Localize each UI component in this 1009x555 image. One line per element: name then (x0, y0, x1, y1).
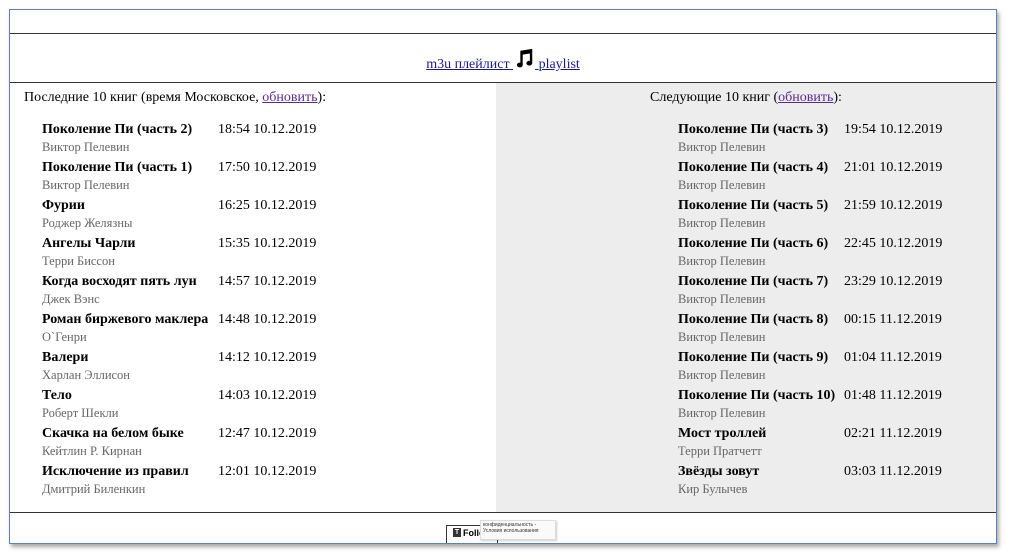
book-author: Виктор Пелевин (678, 216, 766, 230)
recent-refresh-link[interactable]: обновить (262, 90, 317, 105)
book-time: 19:54 10.12.2019 (844, 122, 943, 137)
book-time: 21:01 10.12.2019 (844, 160, 943, 175)
book-title: Скачка на белом быке (42, 426, 184, 441)
book-author: Виктор Пелевин (42, 178, 130, 192)
follow-tooltip: конфиденциальность - Условия использован… (480, 520, 556, 540)
m3u-playlist-link[interactable]: m3u плейлист playlist (426, 48, 580, 72)
upcoming-heading-text: Следующие 10 книг ( (650, 90, 779, 105)
recent-heading-suffix: ): (317, 90, 327, 105)
page-frame: m3u плейлист playlist Последние 10 книг … (9, 9, 997, 544)
book-author: Джек Вэнс (42, 292, 100, 306)
book-author: Кир Булычев (678, 482, 748, 496)
upcoming-refresh-link[interactable]: обновить (778, 90, 833, 105)
book-author: Виктор Пелевин (678, 178, 766, 192)
book-title: Поколение Пи (часть 10) (678, 388, 836, 403)
book-title: Поколение Пи (часть 5) (678, 198, 829, 213)
book-time: 15:35 10.12.2019 (218, 236, 317, 251)
book-title: Поколение Пи (часть 4) (678, 160, 829, 175)
playlist-header: m3u плейлист playlist (10, 34, 996, 83)
book-title: Поколение Пи (часть 2) (42, 122, 193, 137)
book-time: 02:21 11.12.2019 (844, 426, 942, 441)
recent-heading-text: Последние 10 книг (время Московское, (24, 90, 263, 105)
book-author: Кейтлин Р. Кирнан (42, 444, 142, 458)
book-author: Виктор Пелевин (42, 140, 130, 154)
playlist-link-label: playlist (538, 57, 580, 72)
book-title: Тело (42, 388, 72, 403)
book-title: Поколение Пи (часть 3) (678, 122, 829, 137)
book-time: 12:01 10.12.2019 (218, 464, 317, 479)
book-time: 01:48 11.12.2019 (844, 388, 942, 403)
m3u-playlist-link-label: m3u плейлист (426, 57, 510, 72)
book-author: Роджер Желязны (42, 216, 133, 230)
book-panes: Последние 10 книг (время Московское, обн… (10, 83, 996, 513)
book-time: 01:04 11.12.2019 (844, 350, 942, 365)
playlist-links: m3u плейлист playlist (10, 48, 996, 73)
book-time: 18:54 10.12.2019 (218, 122, 317, 137)
book-title: Поколение Пи (часть 8) (678, 312, 829, 327)
music-note-icon (516, 48, 533, 68)
book-title: Поколение Пи (часть 6) (678, 236, 829, 251)
upcoming-heading-suffix: ): (833, 90, 842, 105)
footer: T Follow конфиденциальность - Условия исп… (10, 513, 996, 543)
book-title: Звёзды зовут (678, 464, 760, 479)
recent-books-heading: Последние 10 книг (время Московское, обн… (24, 90, 326, 106)
book-time: 17:50 10.12.2019 (218, 160, 317, 175)
book-time: 22:45 10.12.2019 (844, 236, 943, 251)
book-time: 00:15 11.12.2019 (844, 312, 942, 327)
recent-books-pane: Последние 10 книг (время Московское, обн… (10, 83, 496, 512)
book-title: Поколение Пи (часть 7) (678, 274, 829, 289)
book-author: Терри Биссон (42, 254, 115, 268)
book-author: Виктор Пелевин (678, 140, 766, 154)
book-title: Исключение из правил (42, 464, 189, 479)
book-author: Виктор Пелевин (678, 368, 766, 382)
book-time: 14:48 10.12.2019 (218, 312, 317, 327)
book-author: О`Генри (42, 330, 87, 344)
top-bar (10, 10, 996, 34)
book-time: 16:25 10.12.2019 (218, 198, 317, 213)
book-author: Харлан Эллисон (42, 368, 131, 382)
book-time: 14:57 10.12.2019 (218, 274, 317, 289)
book-title: Ангелы Чарли (42, 236, 136, 251)
upcoming-books-pane: Следующие 10 книг (обновить): Поколение … (496, 83, 996, 512)
book-author: Виктор Пелевин (678, 406, 766, 420)
book-author: Роберт Шекли (42, 406, 119, 420)
book-time: 21:59 10.12.2019 (844, 198, 943, 213)
book-time: 12:47 10.12.2019 (218, 426, 317, 441)
book-title: Валери (42, 350, 89, 365)
book-time: 03:03 11.12.2019 (844, 464, 942, 479)
book-title: Поколение Пи (часть 9) (678, 350, 829, 365)
book-time: 23:29 10.12.2019 (844, 274, 943, 289)
book-time: 14:12 10.12.2019 (218, 350, 317, 365)
book-author: Терри Пратчетт (678, 444, 762, 458)
upcoming-books-heading: Следующие 10 книг (обновить): (496, 90, 996, 106)
book-title: Роман биржевого маклера (42, 312, 209, 327)
book-author: Виктор Пелевин (678, 254, 766, 268)
book-author: Дмитрий Биленкин (42, 482, 146, 496)
book-title: Когда восходят пять лун (42, 274, 197, 289)
book-time: 14:03 10.12.2019 (218, 388, 317, 403)
book-title: Поколение Пи (часть 1) (42, 160, 193, 175)
follow-logo-icon: T (453, 528, 461, 537)
book-author: Виктор Пелевин (678, 330, 766, 344)
book-title: Фурии (42, 198, 85, 213)
book-title: Мост троллей (678, 426, 767, 441)
book-author: Виктор Пелевин (678, 292, 766, 306)
